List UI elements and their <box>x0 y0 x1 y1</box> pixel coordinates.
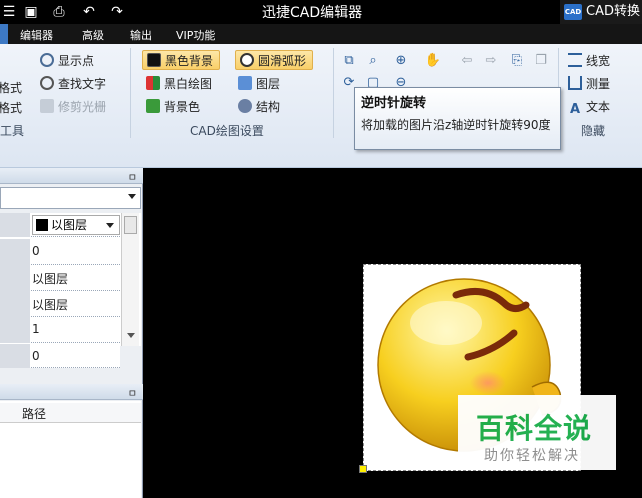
line-width-icon <box>568 53 582 67</box>
table-row: 以图层 <box>0 213 120 237</box>
path-column-label: 路径 <box>22 407 47 421</box>
property-value: 以图层 <box>32 298 69 312</box>
structure-icon <box>238 99 252 113</box>
files-list: 路径 <box>0 401 141 498</box>
cad-settings-group-label: CAD绘图设置 <box>190 124 264 138</box>
zoom-window-icon[interactable]: ⌕ <box>364 52 382 70</box>
pin-icon[interactable]: ㅁ <box>128 169 137 184</box>
redo-icon[interactable]: ↷ <box>108 3 126 21</box>
properties-header: ㅁ <box>0 168 143 184</box>
table-row[interactable]: 0 <box>0 239 120 265</box>
property-value: 1 <box>32 322 40 336</box>
save-icon[interactable]: ▣ <box>22 3 40 21</box>
background-color-button[interactable]: 背景色 <box>146 97 200 117</box>
show-points-button[interactable]: 显示点 <box>40 51 94 71</box>
property-value: 0 <box>32 244 40 258</box>
menu-output[interactable]: 输出 <box>130 27 152 43</box>
property-name-cell <box>0 239 30 265</box>
measure-button[interactable]: 测量 <box>568 74 610 94</box>
property-value: 以图层 <box>32 272 69 286</box>
cad-app-icon: CAD <box>564 4 582 20</box>
tooltip-description: 将加载的图片沿z轴逆时针旋转90度 <box>361 118 551 132</box>
watermark: 百科全说 助你轻松解决 <box>458 395 616 470</box>
black-background-button[interactable]: 黑色背景 <box>142 50 221 70</box>
property-name-cell <box>0 265 30 291</box>
smooth-arc-icon <box>240 53 254 67</box>
smooth-arc-button[interactable]: 圆滑弧形 <box>235 50 314 70</box>
chevron-down-icon <box>106 223 114 228</box>
zoom-in-icon[interactable]: ⊕ <box>392 52 410 70</box>
table-row[interactable]: 1 <box>0 317 120 343</box>
table-row[interactable]: 0 <box>0 344 120 368</box>
color-swatch <box>36 219 48 231</box>
crosshair-icon <box>40 53 54 67</box>
menu-advanced[interactable]: 高级 <box>82 27 104 43</box>
trim-raster-icon <box>40 99 54 113</box>
export-icon[interactable]: ⎘ <box>508 52 526 70</box>
table-row[interactable]: 以图层 <box>0 265 120 291</box>
table-row[interactable]: 以图层 <box>0 291 120 317</box>
properties-panel: ㅁ 以图层 0 以图层 以图层 1 0 ㅁ 路径 <box>0 168 143 498</box>
chevron-down-icon <box>128 194 136 199</box>
object-select[interactable] <box>0 187 141 209</box>
property-name-cell <box>0 291 30 317</box>
back-arrow-icon[interactable]: ⇦ <box>458 52 476 70</box>
layers-icon <box>238 76 252 90</box>
structure-button[interactable]: 结构 <box>238 97 280 117</box>
tooltip-title: 逆时针旋转 <box>361 96 427 111</box>
measure-icon <box>568 76 582 90</box>
files-header: ㅁ <box>0 384 143 400</box>
text-icon: A <box>569 102 581 117</box>
cad-convert-tab[interactable]: CAD CAD转换 <box>560 0 642 24</box>
scroll-thumb[interactable] <box>124 216 137 234</box>
pin-icon[interactable]: ㅁ <box>128 385 137 400</box>
pan-hand-icon[interactable]: ✋ <box>424 52 442 70</box>
active-menu-marker <box>0 24 8 44</box>
bw-drawing-button[interactable]: 黑白绘图 <box>146 74 212 94</box>
properties-table: 以图层 0 以图层 以图层 1 <box>0 213 141 346</box>
property-value: 0 <box>32 349 40 363</box>
property-name-cell <box>0 344 30 368</box>
title-bar: ☰ ▣ ⎙ ↶ ↷ 迅捷CAD编辑器 CAD CAD转换 <box>0 0 642 24</box>
property-name-cell <box>0 213 30 237</box>
layers-button[interactable]: 图层 <box>238 74 280 94</box>
print-icon[interactable]: ⎙ <box>50 3 68 21</box>
ribbon-separator <box>333 48 334 138</box>
format-item-2[interactable]: 格式 <box>0 98 22 118</box>
selection-grip-handle[interactable] <box>359 465 367 473</box>
menu-bar: 编辑器 高级 输出 VIP功能 <box>0 24 642 44</box>
ribbon-separator <box>130 48 131 138</box>
forward-arrow-icon[interactable]: ⇨ <box>482 52 500 70</box>
menu-icon[interactable]: ☰ <box>0 3 18 21</box>
tooltip: 逆时针旋转 将加载的图片沿z轴逆时针旋转90度 <box>354 87 561 150</box>
watermark-brand: 百科全说 <box>476 412 593 445</box>
scroll-down-icon[interactable] <box>127 333 135 338</box>
window-title: 迅捷CAD编辑器 <box>262 5 363 21</box>
tools-group-label: 工具 <box>0 124 25 138</box>
trim-raster-button[interactable]: 修剪光栅 <box>40 97 106 117</box>
hide-group-label: 隐藏 <box>581 124 606 138</box>
cad-convert-tab-label: CAD转换 <box>586 4 640 19</box>
undo-icon[interactable]: ↶ <box>80 3 98 21</box>
menu-vip[interactable]: VIP功能 <box>176 27 215 43</box>
watermark-slogan: 助你轻松解决 <box>484 448 580 464</box>
bw-drawing-icon <box>146 76 160 90</box>
layer-color-select[interactable]: 以图层 <box>32 215 120 235</box>
format-item-1[interactable]: 格式 <box>0 78 22 98</box>
black-background-icon <box>147 53 161 67</box>
files-column-header[interactable]: 路径 <box>0 403 141 423</box>
rotate-ccw-icon[interactable]: ⧉ <box>340 52 358 70</box>
background-color-icon <box>146 99 160 113</box>
copy-icon[interactable]: ❐ <box>532 52 550 70</box>
property-name-cell <box>0 317 30 343</box>
find-text-icon <box>40 76 54 90</box>
line-width-button[interactable]: 线宽 <box>568 51 610 71</box>
menu-editor[interactable]: 编辑器 <box>20 27 53 43</box>
text-button[interactable]: A 文本 <box>568 97 610 117</box>
find-text-button[interactable]: 查找文字 <box>40 74 106 94</box>
properties-scrollbar[interactable] <box>121 213 139 346</box>
